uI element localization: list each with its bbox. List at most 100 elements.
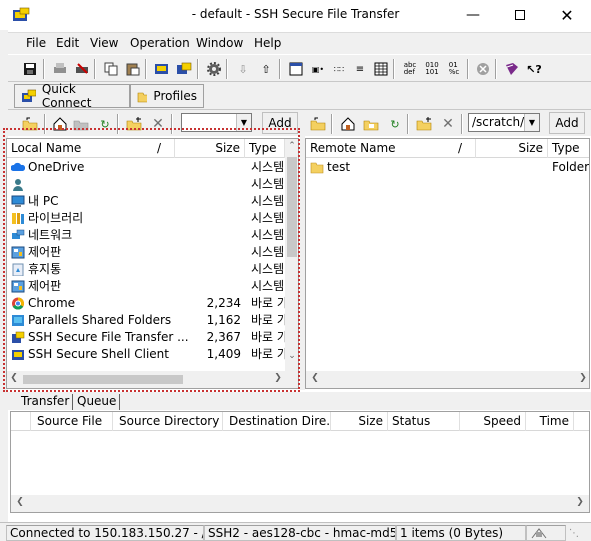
file-row[interactable]: test Folder (306, 159, 589, 176)
home-icon[interactable] (51, 115, 69, 133)
remote-type-column[interactable]: Type (548, 139, 589, 158)
print-setup-icon[interactable] (73, 60, 91, 78)
transfer-blank-column[interactable] (11, 412, 31, 431)
chevron-right-icon[interactable]: ❯ (576, 373, 589, 383)
remote-create-folder-icon[interactable] (415, 115, 433, 133)
local-size-column[interactable]: Size (175, 139, 245, 158)
source-directory-column[interactable]: Source Directory (113, 412, 223, 431)
menu-operation[interactable]: Operation (130, 36, 190, 50)
up-folder-icon[interactable] (21, 115, 39, 133)
remote-file-pane[interactable]: Remote Name / Size Type test Folder ❮ ❯ (305, 138, 590, 389)
local-name-column[interactable]: Local Name / (7, 139, 175, 158)
speed-column[interactable]: Speed (460, 412, 526, 431)
file-row[interactable]: SSH Secure Shell Client 1,409 바로 가 (7, 346, 285, 363)
chevron-down-icon[interactable]: ⌄ (285, 351, 298, 361)
file-row[interactable]: 휴지통 시스템 (7, 261, 285, 278)
file-row[interactable]: 제어판 시스템 (7, 244, 285, 261)
remote-name-column[interactable]: Remote Name / (306, 139, 476, 158)
chevron-up-icon[interactable]: ⌃ (285, 141, 298, 151)
new-terminal-icon[interactable] (153, 60, 171, 78)
paste-icon[interactable] (124, 60, 142, 78)
refresh-icon[interactable]: ↻ (96, 115, 114, 133)
ascii-mode-icon[interactable]: abc def (401, 60, 419, 78)
transfer-list[interactable]: Source File Source Directory Destination… (10, 411, 590, 513)
status-column[interactable]: Status (388, 412, 460, 431)
auto-mode-icon[interactable]: 01 %c (445, 60, 463, 78)
chevron-right-icon[interactable]: ❯ (271, 373, 285, 383)
tab-queue[interactable]: Queue (74, 394, 121, 410)
file-row[interactable]: Parallels Shared Folders 1,162 바로 가 (7, 312, 285, 329)
local-horizontal-thumb[interactable] (23, 375, 183, 384)
stop-icon[interactable] (474, 60, 492, 78)
control-panel-icon (11, 280, 25, 293)
details-view-icon[interactable] (372, 60, 390, 78)
file-type: 시스템 (251, 228, 285, 242)
new-file-transfer-icon[interactable] (175, 60, 193, 78)
remote-size-column[interactable]: Size (476, 139, 548, 158)
file-row[interactable]: 내 PC 시스템 (7, 193, 285, 210)
pane-splitter[interactable] (300, 136, 305, 390)
source-file-column[interactable]: Source File (31, 412, 113, 431)
upload-icon[interactable]: ⇧ (257, 60, 275, 78)
file-row[interactable]: SSH Secure File Transfer ... 2,367 바로 가 (7, 329, 285, 346)
local-vertical-scrollbar[interactable]: ⌃ ⌄ (285, 139, 298, 371)
binary-mode-icon[interactable]: 010 101 (423, 60, 441, 78)
small-icons-icon[interactable]: ∷∷ (330, 60, 348, 78)
list-view-icon[interactable]: ≡ (351, 60, 369, 78)
help-book-icon[interactable] (503, 60, 521, 78)
view-window-icon[interactable] (287, 60, 305, 78)
menu-view[interactable]: View (90, 36, 118, 50)
new-folder-disabled-icon[interactable] (72, 115, 90, 133)
file-row[interactable]: OneDrive 시스템 (7, 159, 285, 176)
profiles-button[interactable]: Profiles (130, 84, 204, 108)
menu-window[interactable]: Window (196, 36, 243, 50)
remote-add-button[interactable]: Add (549, 112, 585, 134)
print-icon[interactable] (51, 60, 69, 78)
remote-delete-icon[interactable]: ✕ (439, 115, 457, 133)
chevron-down-icon[interactable]: ▼ (236, 114, 251, 131)
transfer-size-column[interactable]: Size (331, 412, 388, 431)
local-type-column[interactable]: Type (245, 139, 285, 158)
menu-edit[interactable]: Edit (56, 36, 79, 50)
remote-path-combo[interactable]: /scratch/▼ (468, 113, 540, 132)
file-row[interactable]: Chrome 2,234 바로 가 (7, 295, 285, 312)
local-horizontal-scrollbar[interactable]: ❮ ❯ (7, 371, 298, 388)
remote-home-icon[interactable] (339, 115, 357, 133)
settings-icon[interactable] (205, 60, 223, 78)
local-file-pane[interactable]: Local Name / Size Type OneDrive 시스템 시스템 내 PC… (6, 138, 299, 389)
context-help-icon[interactable]: ↖? (525, 60, 543, 78)
chevron-left-icon[interactable]: ❮ (13, 497, 27, 507)
chevron-left-icon[interactable]: ❮ (308, 373, 322, 383)
chevron-right-icon[interactable]: ❯ (573, 497, 587, 507)
copy-icon[interactable] (102, 60, 120, 78)
large-icons-icon[interactable]: ▣• (309, 60, 327, 78)
file-row[interactable]: 네트워크 시스템 (7, 227, 285, 244)
maximize-button[interactable] (497, 0, 543, 30)
chevron-down-icon[interactable]: ▼ (524, 114, 539, 131)
local-path-combo[interactable]: ▼ (181, 113, 252, 132)
remote-refresh-icon[interactable]: ↻ (386, 115, 404, 133)
time-column[interactable]: Time (526, 412, 574, 431)
file-row[interactable]: 시스템 (7, 176, 285, 193)
delete-icon[interactable]: ✕ (149, 115, 167, 133)
save-icon[interactable] (21, 60, 39, 78)
new-folder-icon[interactable] (125, 115, 143, 133)
remote-horizontal-scrollbar[interactable]: ❮ ❯ (306, 371, 589, 388)
remote-up-folder-icon[interactable] (309, 115, 327, 133)
file-row[interactable]: 제어판 시스템 (7, 278, 285, 295)
quick-connect-button[interactable]: Quick Connect (14, 82, 130, 110)
tab-transfer[interactable]: Transfer (18, 394, 74, 410)
minimize-button[interactable]: — (450, 0, 496, 30)
menu-help[interactable]: Help (254, 36, 281, 50)
destination-directory-column[interactable]: Destination Dire... (223, 412, 331, 431)
chevron-left-icon[interactable]: ❮ (7, 373, 21, 383)
local-add-button[interactable]: Add (262, 112, 298, 134)
file-row[interactable]: 라이브러리 시스템 (7, 210, 285, 227)
menu-file[interactable]: File (26, 36, 46, 50)
download-icon[interactable]: ⇩ (234, 60, 252, 78)
transfer-horizontal-scrollbar[interactable]: ❮ ❯ (11, 495, 589, 512)
resize-grip-icon[interactable]: ⋱ (566, 525, 590, 541)
close-button[interactable]: ✕ (544, 0, 590, 30)
remote-new-folder-icon[interactable] (362, 115, 380, 133)
local-vertical-thumb[interactable] (287, 157, 297, 257)
